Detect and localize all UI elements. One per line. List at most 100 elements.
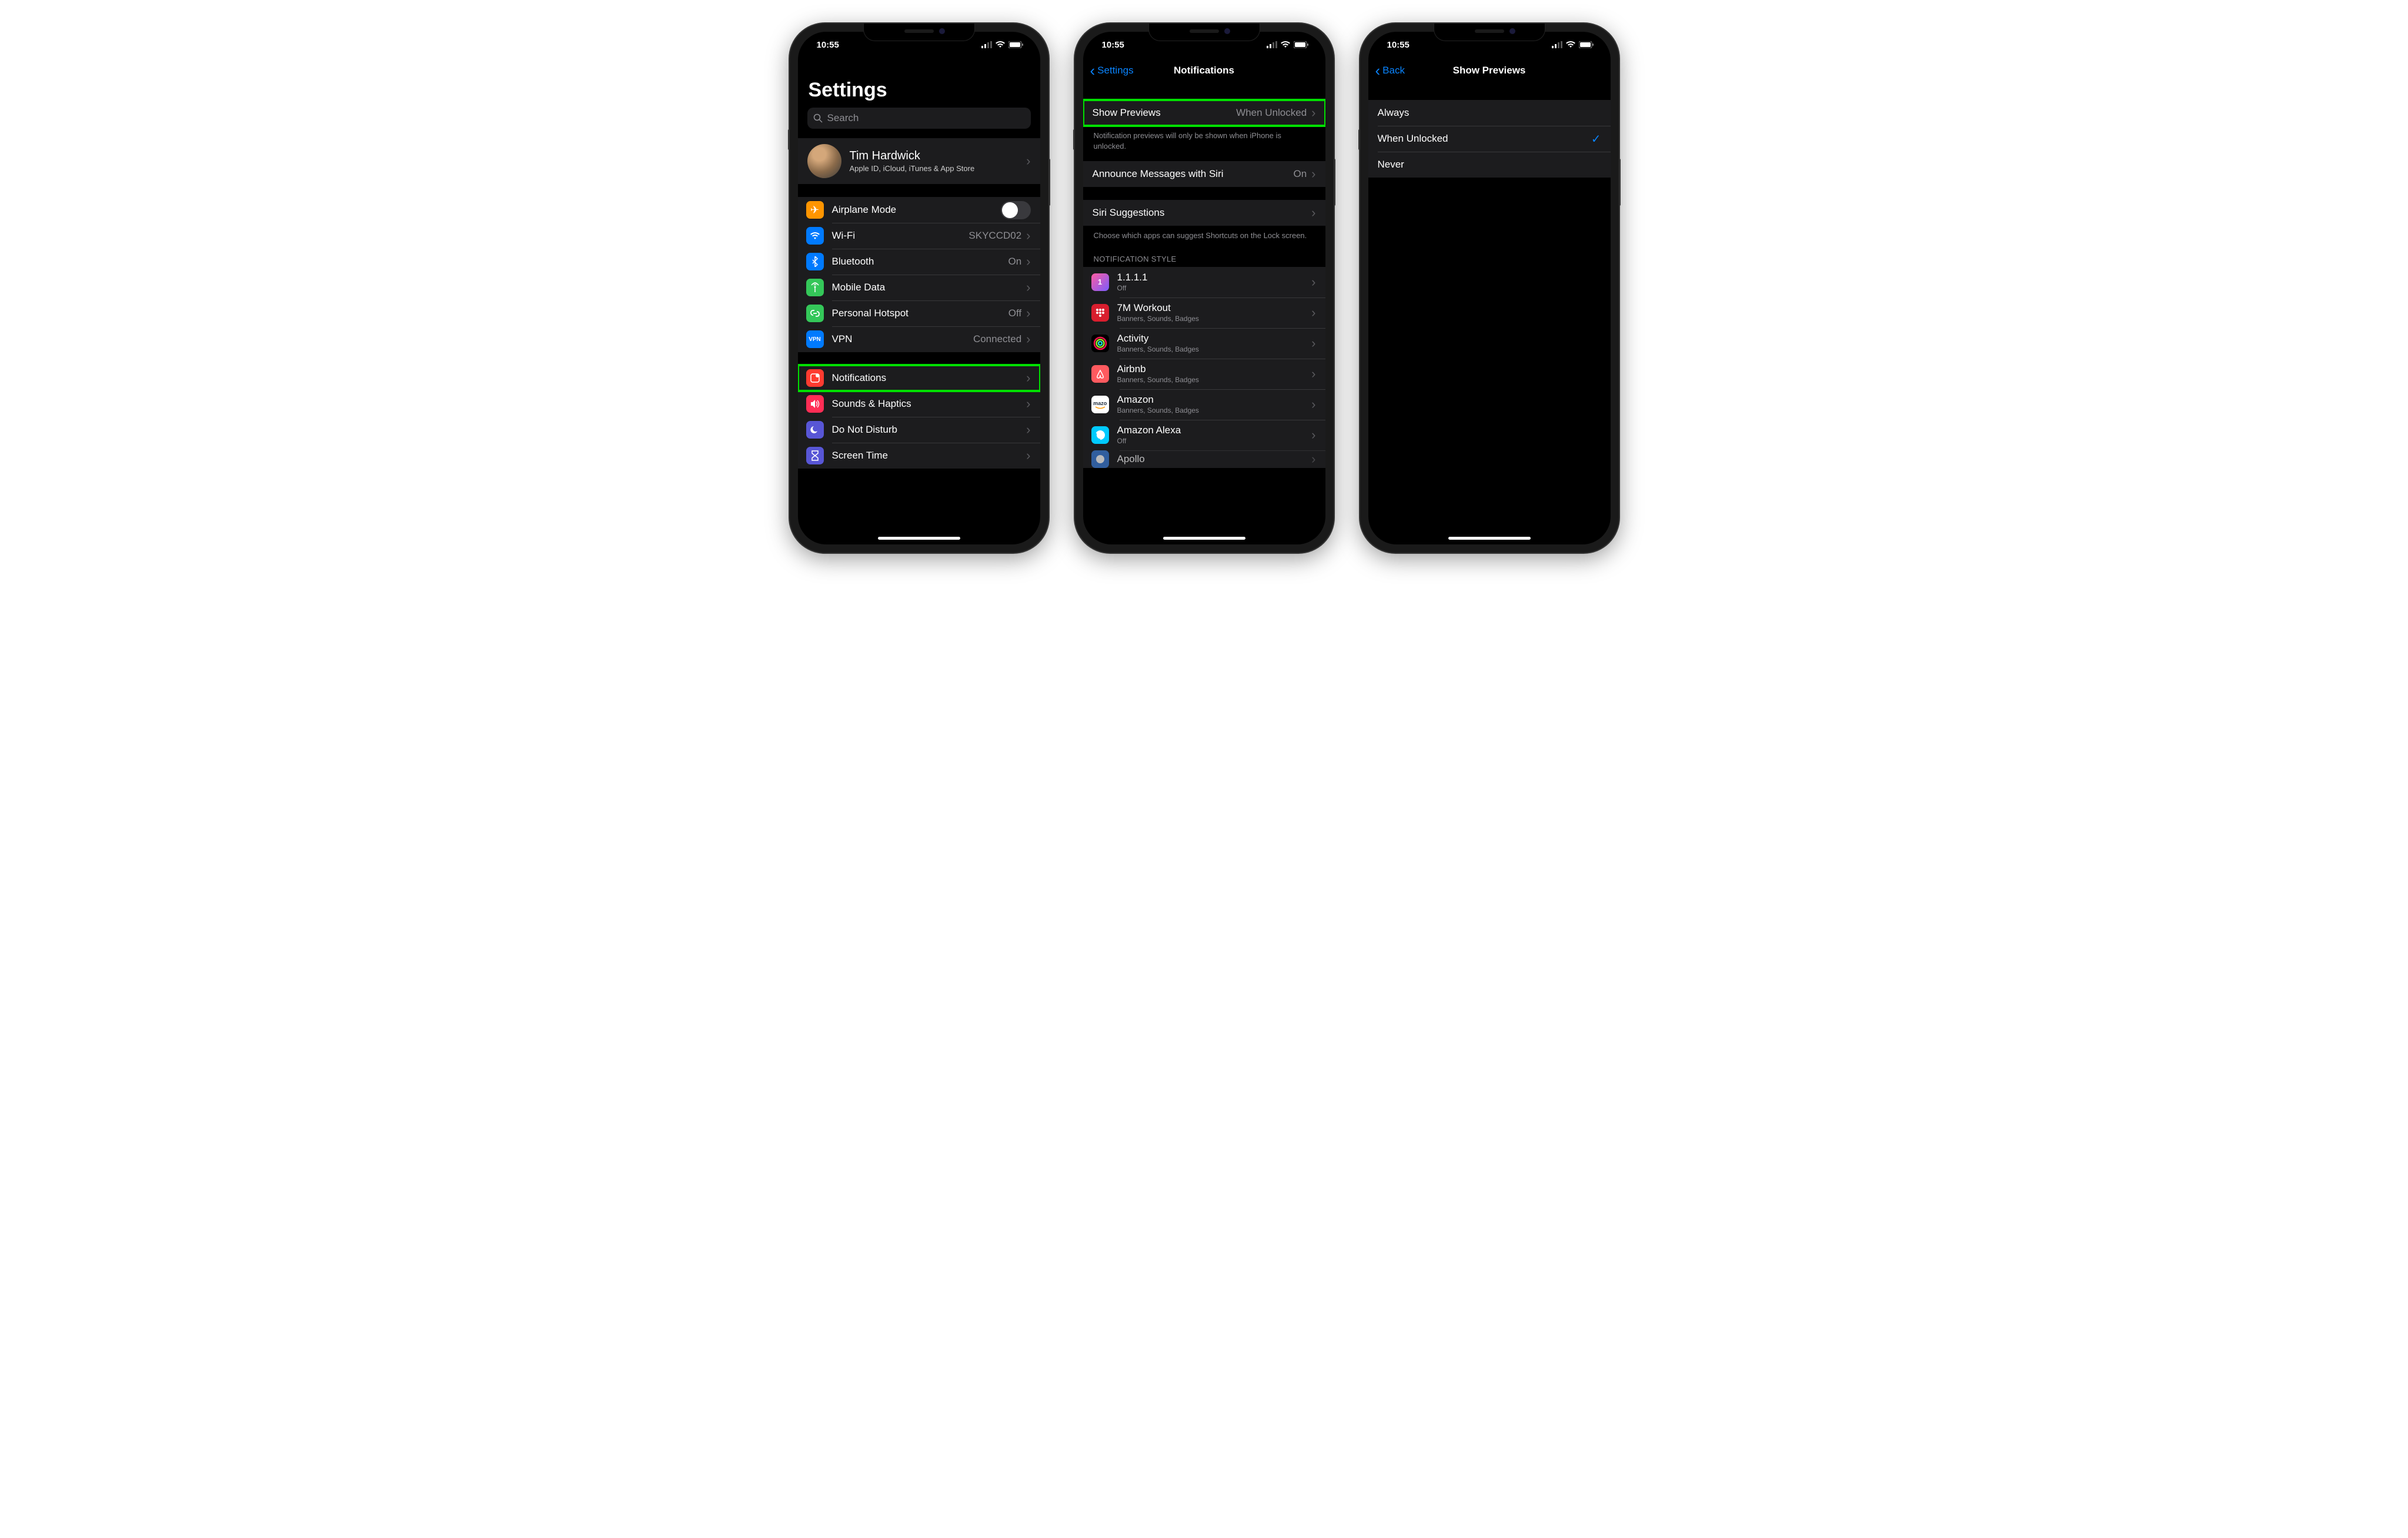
bluetooth-icon [806, 253, 824, 270]
notch [863, 24, 975, 41]
7m-app-icon [1091, 304, 1109, 322]
cell-label: Mobile Data [832, 282, 1027, 293]
chevron-right-icon: › [1311, 168, 1315, 180]
row-siri_sugg[interactable]: Siri Suggestions› [1083, 200, 1325, 226]
cell-label: Wi-Fi [832, 230, 969, 242]
cell-label: Sounds & Haptics [832, 398, 1027, 410]
search-placeholder: Search [827, 112, 859, 124]
wifi-icon [806, 227, 824, 245]
screen-show-previews: 10:55 ‹ Back Show Previews AlwaysWhen Un… [1368, 32, 1611, 544]
chevron-right-icon: › [1311, 206, 1315, 219]
settings-row-dnd[interactable]: Do Not Disturb› [798, 417, 1040, 443]
option-always[interactable]: Always [1368, 100, 1611, 126]
chevron-right-icon: › [1311, 306, 1315, 319]
battery-icon [1579, 41, 1594, 48]
option-label: Never [1378, 159, 1601, 170]
settings-row-vpn[interactable]: VPNVPNConnected› [798, 326, 1040, 352]
back-button[interactable]: ‹ Settings [1090, 62, 1134, 80]
vpn-icon: VPN [806, 330, 824, 348]
group-header: NOTIFICATION STYLE [1083, 251, 1325, 267]
settings-row-bluetooth[interactable]: BluetoothOn› [798, 249, 1040, 275]
app-sub: Off [1117, 437, 1312, 445]
app-row-activity[interactable]: ActivityBanners, Sounds, Badges› [1083, 328, 1325, 359]
chevron-right-icon: › [1026, 397, 1030, 410]
alexa-app-icon [1091, 426, 1109, 444]
settings-row-airplane[interactable]: ✈︎Airplane Mode [798, 197, 1040, 223]
app-sub: Banners, Sounds, Badges [1117, 406, 1312, 414]
apple-id-cell[interactable]: Tim Hardwick Apple ID, iCloud, iTunes & … [798, 138, 1040, 184]
activity-app-icon [1091, 335, 1109, 352]
app-row-alexa[interactable]: Amazon AlexaOff› [1083, 420, 1325, 450]
search-icon [813, 113, 823, 123]
home-indicator[interactable] [1163, 537, 1245, 540]
app-row-7m[interactable]: 7M WorkoutBanners, Sounds, Badges› [1083, 297, 1325, 328]
settings-row-hotspot[interactable]: Personal HotspotOff› [798, 300, 1040, 326]
back-label: Back [1382, 65, 1405, 76]
nav-title: Show Previews [1453, 65, 1526, 76]
airbnb-app-icon [1091, 365, 1109, 383]
option-label: Always [1378, 107, 1601, 119]
1111-app-icon: 1 [1091, 273, 1109, 291]
amazon-app-icon: amazon [1091, 396, 1109, 413]
app-name: 1.1.1.1 [1117, 272, 1312, 283]
home-indicator[interactable] [878, 537, 960, 540]
nav-bar: ‹ Settings Notifications [1083, 58, 1325, 83]
row-announce[interactable]: Announce Messages with SiriOn› [1083, 161, 1325, 187]
settings-row-wifi[interactable]: Wi-FiSKYCCD02› [798, 223, 1040, 249]
app-row-1111[interactable]: 11.1.1.1Off› [1083, 267, 1325, 297]
chevron-right-icon: › [1026, 155, 1030, 168]
phone-frame-2: 10:55 ‹ Settings Notifications Show Prev… [1075, 24, 1334, 553]
airplane-icon: ✈︎ [806, 201, 824, 219]
status-icons [981, 41, 1024, 48]
settings-row-mobile[interactable]: Mobile Data› [798, 275, 1040, 300]
cell-label: VPN [832, 333, 973, 345]
nav-bar: ‹ Back Show Previews [1368, 58, 1611, 83]
notch [1434, 24, 1545, 41]
cell-label: Bluetooth [832, 256, 1008, 268]
chevron-right-icon: › [1311, 398, 1315, 411]
notch [1148, 24, 1260, 41]
cell-label: Do Not Disturb [832, 424, 1027, 436]
status-icons [1267, 41, 1309, 48]
chevron-right-icon: › [1311, 106, 1315, 119]
group-footer: Notification previews will only be shown… [1083, 126, 1325, 156]
chevron-right-icon: › [1311, 429, 1315, 442]
wifi-icon [996, 41, 1005, 48]
app-row-apollo[interactable]: Apollo› [1083, 450, 1325, 468]
option-label: When Unlocked [1378, 133, 1591, 145]
app-name: Amazon [1117, 394, 1312, 406]
back-button[interactable]: ‹ Back [1375, 62, 1405, 80]
battery-icon [1008, 41, 1024, 48]
status-time: 10:55 [1102, 40, 1124, 50]
settings-row-screentime[interactable]: Screen Time› [798, 443, 1040, 469]
chevron-right-icon: › [1026, 423, 1030, 436]
signal-icon [1552, 41, 1562, 48]
nav-title: Notifications [1174, 65, 1234, 76]
chevron-left-icon: ‹ [1375, 62, 1381, 80]
chevron-right-icon: › [1311, 453, 1315, 466]
airplane-switch[interactable] [1001, 201, 1031, 219]
settings-row-notifications[interactable]: Notifications› [798, 365, 1040, 391]
status-icons [1552, 41, 1594, 48]
cell-label: Show Previews [1093, 107, 1237, 119]
cell-detail: On [1008, 256, 1021, 268]
option-never[interactable]: Never [1368, 152, 1611, 178]
app-sub: Off [1117, 284, 1312, 292]
notifications-icon [806, 369, 824, 387]
chevron-right-icon: › [1311, 367, 1315, 380]
screen-notifications: 10:55 ‹ Settings Notifications Show Prev… [1083, 32, 1325, 544]
app-row-amazon[interactable]: amazon AmazonBanners, Sounds, Badges› [1083, 389, 1325, 420]
dnd-icon [806, 421, 824, 439]
app-row-airbnb[interactable]: AirbnbBanners, Sounds, Badges› [1083, 359, 1325, 389]
hotspot-icon [806, 305, 824, 322]
avatar [807, 144, 841, 178]
settings-row-sounds[interactable]: Sounds & Haptics› [798, 391, 1040, 417]
group-footer: Choose which apps can suggest Shortcuts … [1083, 226, 1325, 246]
battery-icon [1294, 41, 1309, 48]
option-unlocked[interactable]: When Unlocked✓ [1368, 126, 1611, 152]
search-input[interactable]: Search [807, 108, 1031, 129]
row-previews[interactable]: Show PreviewsWhen Unlocked› [1083, 100, 1325, 126]
checkmark-icon: ✓ [1591, 132, 1601, 146]
app-name: Amazon Alexa [1117, 424, 1312, 436]
home-indicator[interactable] [1448, 537, 1531, 540]
